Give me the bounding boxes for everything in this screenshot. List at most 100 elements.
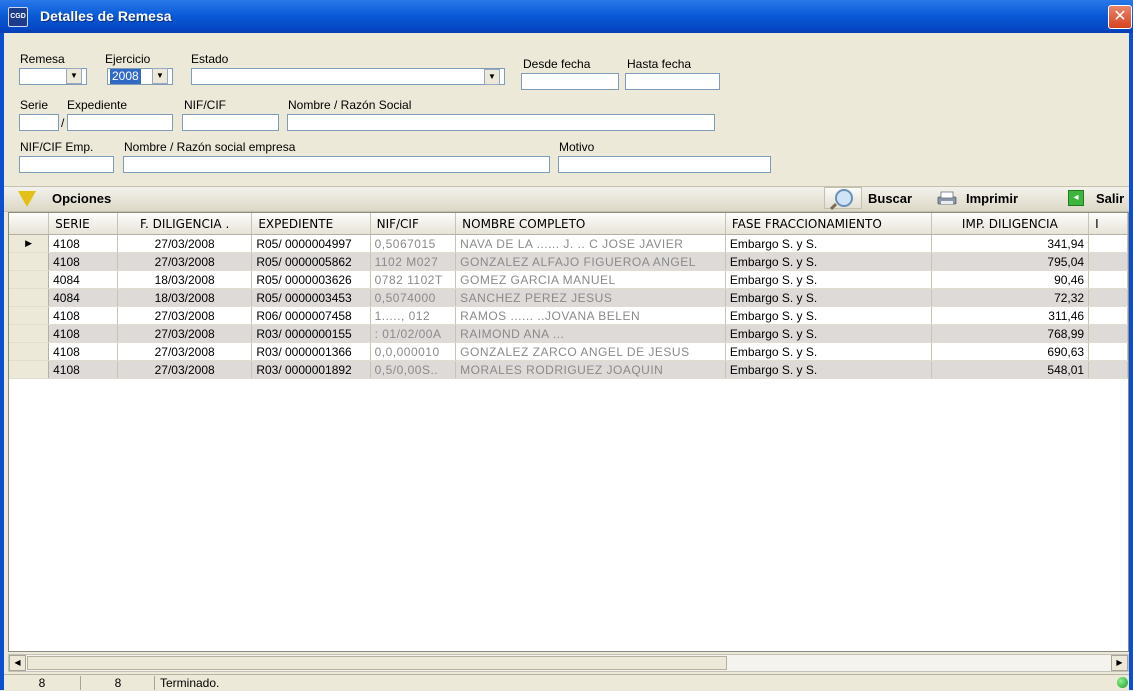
cell-serie[interactable]: 4108 xyxy=(48,360,118,379)
column-header-extra[interactable]: I xyxy=(1088,213,1128,235)
filter-funnel-icon[interactable] xyxy=(18,191,36,207)
search-label[interactable]: Buscar xyxy=(868,191,912,206)
cell-nombre[interactable]: MORALES RODRIGUEZ JOAQUIN xyxy=(455,360,726,379)
cell-serie[interactable]: 4108 xyxy=(48,252,118,271)
cell-expediente[interactable]: R05/ 0000003453 xyxy=(251,288,371,307)
column-header-importe[interactable]: IMP. DILIGENCIA xyxy=(931,213,1090,235)
estado-dropdown-button[interactable]: ▼ xyxy=(484,69,500,85)
cell-fase[interactable]: Embargo S. y S. xyxy=(725,342,932,361)
nif-cif-emp-input[interactable] xyxy=(19,156,114,173)
cell-fase[interactable]: Embargo S. y S. xyxy=(725,360,932,379)
cell-nombre[interactable]: GONZALEZ ZARCO ANGEL DE JESUS xyxy=(455,342,726,361)
cell-fecha[interactable]: 27/03/2008 xyxy=(117,234,253,253)
cell-nombre[interactable]: RAIMOND ANA ... xyxy=(455,324,726,343)
table-row[interactable]: 4108 27/03/2008 R03/ 0000001892 0,5/0,00… xyxy=(9,360,1128,379)
table-row[interactable]: 4084 18/03/2008 R05/ 0000003626 0782 110… xyxy=(9,270,1128,289)
cell-nif[interactable]: : 01/02/00A xyxy=(370,324,457,343)
cell-fecha[interactable]: 18/03/2008 xyxy=(117,270,253,289)
cell-serie[interactable]: 4084 xyxy=(48,270,118,289)
cell-extra[interactable] xyxy=(1088,306,1128,325)
cell-nif[interactable]: 0,5074000 xyxy=(370,288,457,307)
cell-serie[interactable]: 4108 xyxy=(48,234,118,253)
cell-expediente[interactable]: R05/ 0000004997 xyxy=(251,234,371,253)
cell-fecha[interactable]: 27/03/2008 xyxy=(117,360,253,379)
cell-extra[interactable] xyxy=(1088,234,1128,253)
cell-expediente[interactable]: R05/ 0000003626 xyxy=(251,270,371,289)
cell-nif[interactable]: 1....., 012 xyxy=(370,306,457,325)
print-button[interactable]: Imprimir xyxy=(966,191,1018,206)
cell-importe[interactable]: 768,99 xyxy=(931,324,1090,343)
table-row[interactable]: 4108 27/03/2008 R06/ 0000007458 1....., … xyxy=(9,306,1128,325)
cell-extra[interactable] xyxy=(1088,288,1128,307)
cell-importe[interactable]: 690,63 xyxy=(931,342,1090,361)
cell-fase[interactable]: Embargo S. y S. xyxy=(725,306,932,325)
cell-nif[interactable]: 1102 M027 xyxy=(370,252,457,271)
hasta-fecha-input[interactable] xyxy=(625,73,720,90)
cell-expediente[interactable]: R03/ 0000000155 xyxy=(251,324,371,343)
cell-fecha[interactable]: 27/03/2008 xyxy=(117,342,253,361)
column-header-nombre[interactable]: NOMBRE COMPLETO xyxy=(455,213,726,235)
cell-expediente[interactable]: R05/ 0000005862 xyxy=(251,252,371,271)
column-header-serie[interactable]: SERIE xyxy=(48,213,118,235)
serie-input[interactable] xyxy=(19,114,59,131)
motivo-input[interactable] xyxy=(558,156,771,173)
remesa-dropdown-button[interactable]: ▼ xyxy=(66,68,82,84)
nif-cif-input[interactable] xyxy=(182,114,279,131)
cell-importe[interactable]: 341,94 xyxy=(931,234,1090,253)
cell-nif[interactable]: 0,0,000010 xyxy=(370,342,457,361)
options-label[interactable]: Opciones xyxy=(52,191,111,206)
scroll-right-button[interactable]: ▶ xyxy=(1111,655,1128,671)
cell-extra[interactable] xyxy=(1088,324,1128,343)
close-button[interactable]: ✕ xyxy=(1108,5,1132,29)
expediente-input[interactable] xyxy=(67,114,173,131)
table-row[interactable]: 4108 27/03/2008 R03/ 0000000155 : 01/02/… xyxy=(9,324,1128,343)
results-grid[interactable]: SERIE F. DILIGENCIA . EXPEDIENTE NIF/CIF… xyxy=(8,212,1129,652)
cell-fase[interactable]: Embargo S. y S. xyxy=(725,234,932,253)
cell-nombre[interactable]: NAVA DE LA ...... J. .. C JOSE JAVIER xyxy=(455,234,726,253)
cell-nombre[interactable]: SANCHEZ PEREZ JESUS xyxy=(455,288,726,307)
cell-serie[interactable]: 4108 xyxy=(48,306,118,325)
nombre-input[interactable] xyxy=(287,114,715,131)
cell-importe[interactable]: 311,46 xyxy=(931,306,1090,325)
cell-nif[interactable]: 0782 1102T xyxy=(370,270,457,289)
cell-fase[interactable]: Embargo S. y S. xyxy=(725,324,932,343)
exit-icon[interactable]: ◂ xyxy=(1068,190,1084,206)
horizontal-scrollbar[interactable]: ◀ ▶ xyxy=(8,654,1129,672)
nombre-empresa-input[interactable] xyxy=(123,156,550,173)
cell-fecha[interactable]: 27/03/2008 xyxy=(117,324,253,343)
column-header-fase[interactable]: FASE FRACCIONAMIENTO xyxy=(725,213,932,235)
table-row[interactable]: 4108 27/03/2008 R03/ 0000001366 0,0,0000… xyxy=(9,342,1128,361)
cell-nif[interactable]: 0,5/0,00S.. xyxy=(370,360,457,379)
cell-extra[interactable] xyxy=(1088,270,1128,289)
cell-nombre[interactable]: GOMEZ GARCIA MANUEL xyxy=(455,270,726,289)
table-row[interactable]: 4108 27/03/2008 R05/ 0000005862 1102 M02… xyxy=(9,252,1128,271)
cell-extra[interactable] xyxy=(1088,252,1128,271)
table-row[interactable]: 4084 18/03/2008 R05/ 0000003453 0,507400… xyxy=(9,288,1128,307)
column-header-fecha[interactable]: F. DILIGENCIA . xyxy=(117,213,253,235)
cell-fase[interactable]: Embargo S. y S. xyxy=(725,288,932,307)
printer-icon[interactable] xyxy=(936,191,958,205)
cell-extra[interactable] xyxy=(1088,342,1128,361)
cell-serie[interactable]: 4108 xyxy=(48,342,118,361)
cell-nombre[interactable]: GONZALEZ ALFAJO FIGUEROA ANGEL xyxy=(455,252,726,271)
cell-fase[interactable]: Embargo S. y S. xyxy=(725,270,932,289)
table-row[interactable]: ▶ 4108 27/03/2008 R05/ 0000004997 0,5067… xyxy=(9,234,1128,253)
estado-select[interactable] xyxy=(191,68,505,85)
scrollbar-thumb[interactable] xyxy=(27,656,727,670)
cell-serie[interactable]: 4084 xyxy=(48,288,118,307)
cell-nif[interactable]: 0,5067015 xyxy=(370,234,457,253)
cell-importe[interactable]: 795,04 xyxy=(931,252,1090,271)
cell-fecha[interactable]: 27/03/2008 xyxy=(117,306,253,325)
search-button[interactable] xyxy=(824,187,862,211)
scroll-left-button[interactable]: ◀ xyxy=(9,655,26,671)
cell-importe[interactable]: 72,32 xyxy=(931,288,1090,307)
cell-expediente[interactable]: R03/ 0000001366 xyxy=(251,342,371,361)
cell-expediente[interactable]: R03/ 0000001892 xyxy=(251,360,371,379)
title-bar[interactable]: CGD Detalles de Remesa ✕ xyxy=(0,0,1133,33)
cell-nombre[interactable]: RAMOS ...... ..JOVANA BELEN xyxy=(455,306,726,325)
exit-button[interactable]: Salir xyxy=(1096,191,1124,206)
cell-importe[interactable]: 90,46 xyxy=(931,270,1090,289)
column-header-expediente[interactable]: EXPEDIENTE xyxy=(251,213,371,235)
cell-fecha[interactable]: 27/03/2008 xyxy=(117,252,253,271)
cell-fecha[interactable]: 18/03/2008 xyxy=(117,288,253,307)
